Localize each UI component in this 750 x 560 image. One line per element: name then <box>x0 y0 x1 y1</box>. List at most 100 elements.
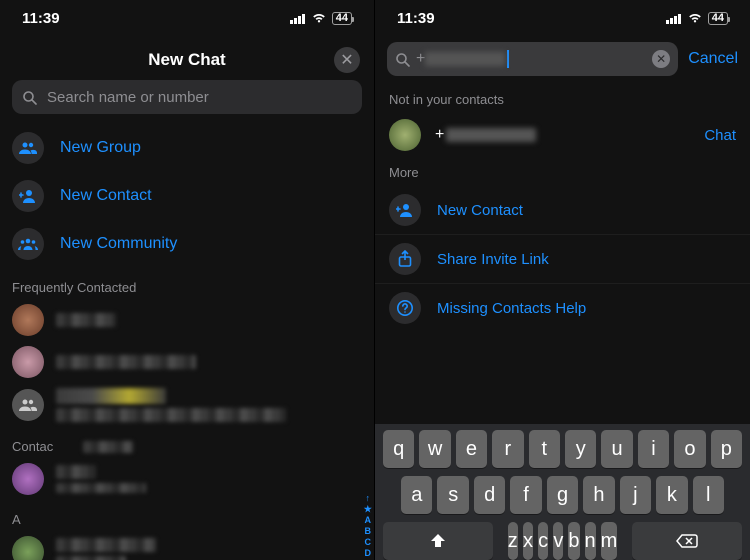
key-y[interactable]: y <box>565 430 596 468</box>
new-community-label: New Community <box>60 235 177 253</box>
status-bar: 11:39 44 <box>375 0 750 32</box>
redacted-name <box>56 538 156 552</box>
alpha-index[interactable]: ↑★ABCDEFGHIJKLMNOPQRSTUVWXYZ# <box>364 493 373 560</box>
key-c[interactable]: c <box>538 522 548 560</box>
alpha-index-letter[interactable]: B <box>365 526 372 537</box>
section-not-in-contacts: Not in your contacts <box>375 84 750 113</box>
page-title: New Chat <box>148 50 225 70</box>
redacted-name <box>56 465 96 479</box>
contact-row[interactable] <box>0 299 374 341</box>
clear-search-button[interactable]: ✕ <box>652 50 670 68</box>
key-n[interactable]: n <box>585 522 596 560</box>
missing-contacts-label: Missing Contacts Help <box>437 300 586 317</box>
help-icon <box>389 292 421 324</box>
redacted-subtitle <box>56 408 286 422</box>
redacted-subtitle <box>56 556 126 560</box>
battery-indicator: 44 <box>708 12 728 25</box>
key-l[interactable]: l <box>693 476 724 514</box>
keyboard[interactable]: qwertyuiop asdfghjkl zxcvbnm <box>375 424 750 560</box>
cellular-icon <box>666 13 682 24</box>
key-i[interactable]: i <box>638 430 669 468</box>
key-g[interactable]: g <box>547 476 578 514</box>
new-chat-header: New Chat ✕ <box>0 32 374 80</box>
missing-contacts-row[interactable]: Missing Contacts Help <box>375 284 750 332</box>
cancel-button[interactable]: Cancel <box>688 50 738 68</box>
close-button[interactable]: ✕ <box>334 47 360 73</box>
contact-row[interactable] <box>0 458 374 500</box>
key-s[interactable]: s <box>437 476 468 514</box>
key-t[interactable]: t <box>529 430 560 468</box>
search-input[interactable] <box>45 88 352 107</box>
avatar <box>12 463 44 495</box>
chat-button[interactable]: Chat <box>704 127 736 144</box>
key-p[interactable]: p <box>711 430 742 468</box>
key-a[interactable]: a <box>401 476 432 514</box>
contact-row[interactable] <box>0 531 374 560</box>
redacted-query <box>425 52 505 66</box>
redacted-number <box>446 128 536 142</box>
new-contact-label: New Contact <box>60 187 152 205</box>
search-field[interactable] <box>12 80 362 114</box>
redacted-name <box>56 388 166 404</box>
redacted-subtitle <box>56 483 146 493</box>
key-o[interactable]: o <box>674 430 705 468</box>
add-contact-icon <box>12 180 44 212</box>
result-prefix: + <box>435 126 444 144</box>
key-w[interactable]: w <box>419 430 450 468</box>
search-field[interactable]: + ✕ <box>387 42 678 76</box>
key-d[interactable]: d <box>474 476 505 514</box>
share-invite-row[interactable]: Share Invite Link <box>375 235 750 284</box>
share-icon <box>389 243 421 275</box>
alpha-index-letter[interactable]: C <box>365 537 372 548</box>
key-v[interactable]: v <box>553 522 563 560</box>
search-icon <box>22 90 37 105</box>
new-group-row[interactable]: New Group <box>0 124 374 172</box>
new-contact-row[interactable]: New Contact <box>375 186 750 235</box>
key-r[interactable]: r <box>492 430 523 468</box>
key-z[interactable]: z <box>508 522 518 560</box>
results-scroll[interactable]: Not in your contacts + Chat More New Con… <box>375 84 750 424</box>
key-x[interactable]: x <box>523 522 533 560</box>
key-k[interactable]: k <box>656 476 687 514</box>
new-contact-row[interactable]: New Contact <box>0 172 374 220</box>
status-time: 11:39 <box>22 10 60 27</box>
new-contact-label: New Contact <box>437 202 523 219</box>
key-q[interactable]: q <box>383 430 414 468</box>
contact-row[interactable] <box>0 341 374 383</box>
battery-indicator: 44 <box>332 12 352 25</box>
text-caret <box>507 50 509 68</box>
group-avatar <box>12 389 44 421</box>
backspace-key[interactable] <box>632 522 742 560</box>
key-j[interactable]: j <box>620 476 651 514</box>
shift-key[interactable] <box>383 522 493 560</box>
wifi-icon <box>311 12 327 24</box>
close-icon: ✕ <box>656 52 666 66</box>
key-b[interactable]: b <box>568 522 579 560</box>
screen-search-contact: 11:39 44 + ✕ Cancel Not in your contacts… <box>375 0 750 560</box>
section-more: More <box>375 157 750 186</box>
alpha-index-letter[interactable]: D <box>365 548 372 559</box>
key-m[interactable]: m <box>601 522 618 560</box>
alpha-index-letter[interactable]: ★ <box>364 504 372 515</box>
section-contac: Contac <box>0 427 374 458</box>
key-u[interactable]: u <box>601 430 632 468</box>
group-icon <box>12 132 44 164</box>
search-value: + <box>416 50 425 68</box>
key-f[interactable]: f <box>510 476 541 514</box>
cellular-icon <box>290 13 306 24</box>
contacts-scroll[interactable]: Frequently Contacted Contac <box>0 268 374 560</box>
key-h[interactable]: h <box>583 476 614 514</box>
community-icon <box>12 228 44 260</box>
new-community-row[interactable]: New Community <box>0 220 374 268</box>
keyboard-row-1: qwertyuiop <box>379 430 746 468</box>
alpha-index-letter[interactable]: ↑ <box>366 493 371 504</box>
alpha-index-letter[interactable]: A <box>365 515 372 526</box>
screen-new-chat: 11:39 44 New Chat ✕ New Group New Contac… <box>0 0 375 560</box>
status-bar: 11:39 44 <box>0 0 374 32</box>
search-result-row[interactable]: + Chat <box>375 113 750 157</box>
contact-row[interactable] <box>0 383 374 427</box>
section-frequent: Frequently Contacted <box>0 268 374 299</box>
new-group-label: New Group <box>60 139 141 157</box>
search-header: + ✕ Cancel <box>375 32 750 84</box>
key-e[interactable]: e <box>456 430 487 468</box>
